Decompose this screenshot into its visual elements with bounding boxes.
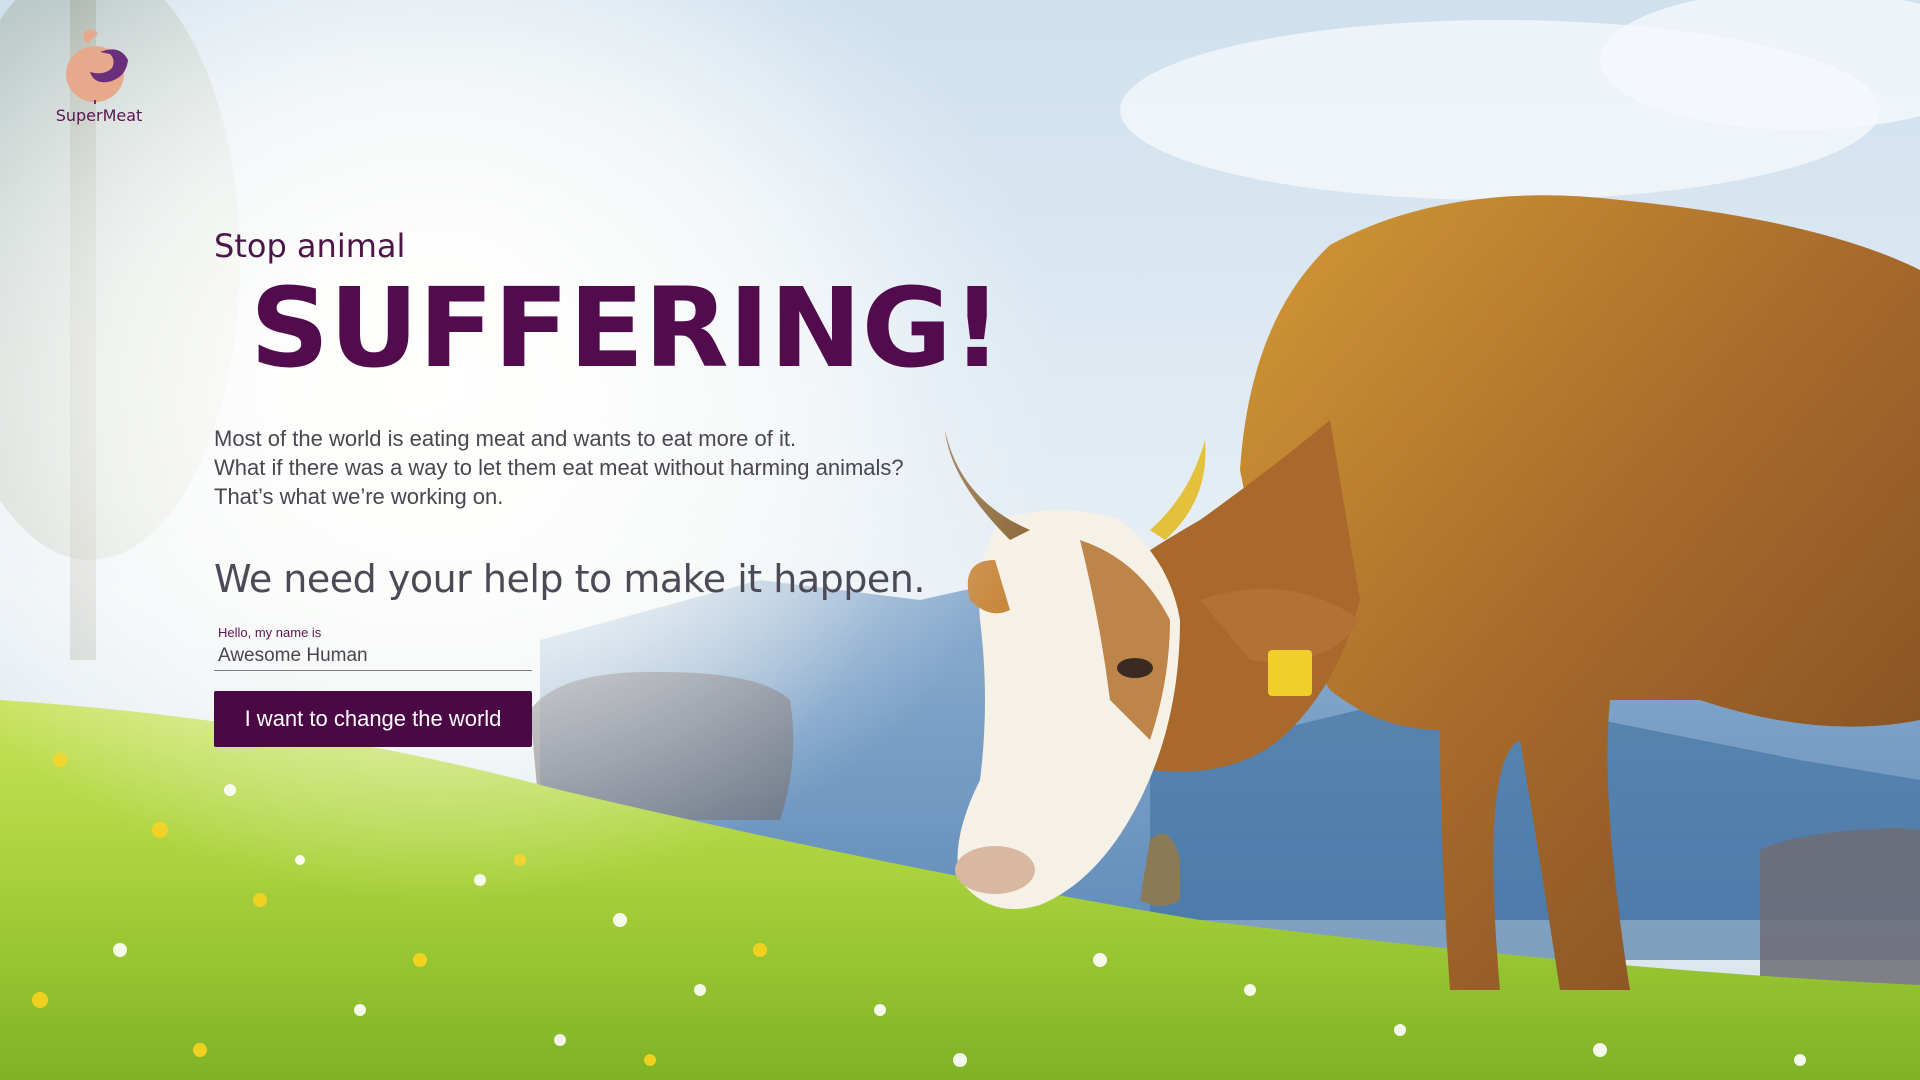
hero-intro: Most of the world is eating meat and wan…	[214, 424, 974, 511]
brand-logo[interactable]: SuperMeat	[50, 24, 148, 125]
call-to-action-text: We need your help to make it happen.	[214, 557, 925, 601]
name-field: Hello, my name is	[214, 625, 532, 671]
hero-eyebrow: Stop animal	[214, 227, 406, 265]
intro-line: Most of the world is eating meat and wan…	[214, 426, 797, 451]
intro-line: That’s what we’re working on.	[214, 484, 504, 509]
hero-headline: SUFFERING!	[250, 264, 1003, 392]
change-the-world-button[interactable]: I want to change the world	[214, 691, 532, 747]
hero-section: Stop animal SUFFERING! Most of the world…	[214, 226, 1003, 747]
brand-name: SuperMeat	[55, 106, 143, 125]
name-input[interactable]	[214, 641, 532, 671]
supermeat-logo-icon	[66, 29, 128, 104]
intro-line: What if there was a way to let them eat …	[214, 455, 904, 480]
name-label: Hello, my name is	[218, 625, 322, 640]
